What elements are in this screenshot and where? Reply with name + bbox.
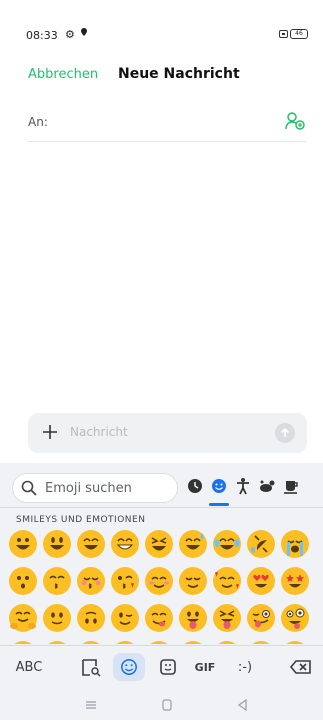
emoji-star-struck[interactable] [281,567,309,595]
settings-gear-icon: ⚙ [65,28,75,41]
active-category-indicator [209,503,229,506]
emoji-grinning[interactable] [9,530,37,558]
emoji-crazy[interactable] [281,604,309,632]
emoji-partial[interactable] [247,641,275,644]
emoji-wink[interactable] [111,604,139,632]
emoji-upside-down[interactable] [77,604,105,632]
emoji-search-field[interactable]: Emoji suchen [12,473,178,503]
emoji-partial[interactable] [213,641,241,644]
emoji-crying[interactable] [281,530,309,558]
plus-icon[interactable] [40,422,60,442]
emoji-partial[interactable] [43,641,71,644]
animals-icon[interactable] [258,477,276,495]
emoji-section-title: SMILEYS UND EMOTIONEN [16,515,146,525]
emoji-grin-eyes[interactable] [77,530,105,558]
page-title: Neue Nachricht [118,66,240,82]
home-icon[interactable] [160,699,174,711]
emoji-partial[interactable] [77,641,105,644]
emoji-sticker-icon[interactable] [158,653,178,681]
emoji-slight-smile[interactable] [43,604,71,632]
emoji-zany[interactable] [247,604,275,632]
recipient-divider [28,141,306,142]
message-input[interactable]: Nachricht [70,425,128,439]
gif-key[interactable]: GIF [192,653,218,681]
emoji-rolling-laugh[interactable] [247,530,275,558]
smileys-icon[interactable] [210,477,228,495]
search-icon [21,480,37,496]
emoji-kissing-smile[interactable] [43,567,71,595]
emoji-joy[interactable] [213,530,241,558]
emoticon-key[interactable]: :-) [232,653,258,681]
emoji-smile-blush[interactable] [145,567,173,595]
message-composer[interactable]: Nachricht [28,413,307,453]
emoji-hugging[interactable] [9,604,37,632]
emoji-heart-eyes[interactable] [247,567,275,595]
emoji-tab-button[interactable] [113,653,145,681]
emoji-squint-laugh[interactable] [145,530,173,558]
emoji-tongue[interactable] [179,604,207,632]
sticker-icon[interactable] [80,653,102,681]
emoji-search-input[interactable]: Emoji suchen [45,481,132,496]
people-icon[interactable] [234,477,252,495]
emoji-squint-tongue[interactable] [213,604,241,632]
status-time: 08:33 [26,29,58,42]
emoji-yum[interactable] [145,604,173,632]
emoji-partial[interactable] [145,641,173,644]
emoji-keyboard: Emoji suchen SMILEYS UND EMOTIONEN ABC G… [0,463,323,720]
abc-key[interactable]: ABC [12,653,46,681]
emoji-kissing[interactable] [9,567,37,595]
emoji-kissing-closed[interactable] [77,567,105,595]
emoji-hearts-face[interactable] [213,567,241,595]
keyboard-header-divider [0,507,323,508]
keyboard-toolbar: ABC GIF :-) [0,646,323,688]
food-icon[interactable] [282,477,300,495]
emoji-kiss-heart[interactable] [111,567,139,595]
back-icon[interactable] [236,699,250,711]
recipient-label[interactable]: An: [28,115,48,129]
recent-clock-icon[interactable] [186,477,204,495]
emoji-grid [9,530,317,644]
battery-icon: 46 [290,29,308,39]
add-contact-icon[interactable] [285,112,305,130]
send-arrow-icon [280,427,290,437]
emoji-partial[interactable] [281,641,309,644]
sim-card-icon [279,30,288,38]
emoji-smile-icon [121,659,137,675]
status-bar: 08:33 ⚙ 46 [0,0,323,50]
cancel-button[interactable]: Abbrechen [28,67,98,82]
emoji-partial[interactable] [9,641,37,644]
emoji-partial[interactable] [179,641,207,644]
emoji-beaming[interactable] [111,530,139,558]
backspace-icon[interactable] [290,653,312,681]
emoji-sweat-smile[interactable] [179,530,207,558]
emoji-relieved[interactable] [179,567,207,595]
emoji-grin-big[interactable] [43,530,71,558]
location-icon [81,28,87,36]
emoji-partial[interactable] [111,641,139,644]
send-button[interactable] [275,423,295,443]
system-navigation-bar [0,691,323,720]
menu-icon[interactable] [84,699,98,711]
